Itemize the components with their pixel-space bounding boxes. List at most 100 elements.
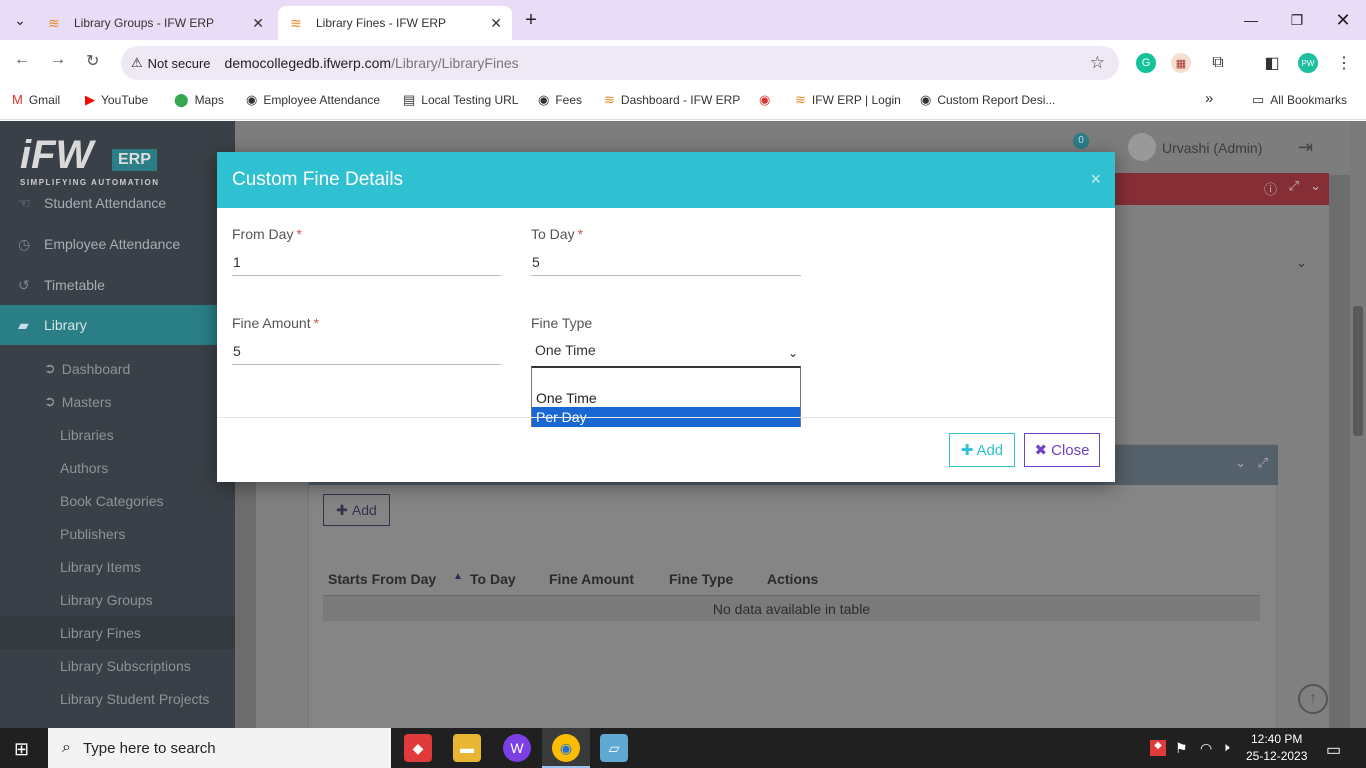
file-explorer-icon[interactable]: ▬ bbox=[453, 734, 481, 762]
tab-title: Library Fines - IFW ERP bbox=[316, 16, 447, 30]
sidebar-item-employee-attendance[interactable]: ◷ Employee Attendance bbox=[0, 224, 235, 264]
chevron-down-icon[interactable]: ⌄ bbox=[1296, 255, 1307, 271]
expand-icon[interactable]: ⤢ bbox=[1289, 178, 1299, 194]
profile-avatar-icon[interactable]: PW bbox=[1298, 53, 1318, 73]
browser-tab-bar: ⌄ ≋ Library Groups - IFW ERP ✕ ≋ Library… bbox=[0, 0, 1366, 40]
extensions-puzzle-icon[interactable]: ⧉ bbox=[1208, 53, 1228, 73]
bookmark-fees[interactable]: ◉ Fees bbox=[538, 92, 582, 108]
chevron-down-icon[interactable]: ⌄ bbox=[1235, 455, 1246, 471]
anydesk-tray-icon[interactable]: ◆ bbox=[1150, 740, 1166, 756]
table-header[interactable]: To Day bbox=[470, 571, 516, 587]
wifi-icon[interactable]: ◠ bbox=[1200, 740, 1212, 757]
user-name[interactable]: Urvashi (Admin) bbox=[1162, 140, 1262, 156]
bookmark-dashboard[interactable]: ≋ Dashboard - IFW ERP bbox=[604, 92, 740, 108]
bookmark-star-icon[interactable]: ☆ bbox=[1090, 53, 1105, 73]
bookmark-youtube[interactable]: ▶ YouTube bbox=[85, 92, 148, 108]
forward-arrow-icon[interactable]: → bbox=[50, 51, 66, 69]
window-close-button[interactable]: ✕ bbox=[1320, 0, 1366, 40]
fines-table: Starts From Day ▲ To Day Fine Amount Fin… bbox=[323, 561, 1260, 621]
tab-close-icon[interactable]: ✕ bbox=[490, 15, 502, 32]
restore-button[interactable]: ❐ bbox=[1274, 0, 1320, 40]
sidebar-sub-library-subscriptions[interactable]: Library Subscriptions bbox=[0, 649, 235, 682]
table-header[interactable]: Actions bbox=[767, 571, 818, 587]
bookmarks-overflow-button[interactable]: » bbox=[1205, 90, 1213, 107]
bookmark-red-app[interactable]: ◉ bbox=[759, 92, 776, 108]
tab-search-chevron-icon[interactable]: ⌄ bbox=[0, 0, 40, 40]
tab-library-fines[interactable]: ≋ Library Fines - IFW ERP ✕ bbox=[278, 6, 512, 40]
system-clock[interactable]: 12:40 PM 25-12-2023 bbox=[1246, 731, 1307, 765]
chevron-down-icon[interactable]: ⌄ bbox=[788, 346, 798, 360]
sidebar-sub-dashboard[interactable]: ➲ Dashboard bbox=[0, 352, 235, 385]
side-panel-icon[interactable]: ◧ bbox=[1262, 53, 1282, 73]
network-lan-icon[interactable]: ⚑ bbox=[1175, 740, 1188, 757]
bookmark-ifw-login[interactable]: ≋ IFW ERP | Login bbox=[795, 92, 901, 108]
to-day-input[interactable] bbox=[531, 248, 801, 276]
add-fine-button[interactable]: ✚ Add bbox=[323, 494, 390, 526]
avatar[interactable] bbox=[1128, 133, 1156, 161]
taskbar-search[interactable]: ⌕ Type here to search bbox=[48, 728, 391, 768]
globe-icon: ◉ bbox=[920, 92, 932, 107]
tab-library-groups[interactable]: ≋ Library Groups - IFW ERP ✕ bbox=[36, 6, 274, 40]
no-data-row: No data available in table bbox=[323, 595, 1260, 621]
fine-type-select[interactable]: One Time bbox=[531, 337, 801, 365]
sidebar-sub-library-fines[interactable]: Library Fines bbox=[0, 616, 235, 649]
info-icon[interactable]: ⓘ bbox=[1264, 179, 1277, 198]
reload-icon[interactable]: ↻ bbox=[86, 51, 99, 71]
page-scrollbar[interactable] bbox=[1350, 121, 1366, 728]
bookmark-maps[interactable]: ⬤ Maps bbox=[174, 92, 224, 108]
warning-triangle-icon: ⚠ bbox=[131, 55, 143, 70]
table-header[interactable]: Fine Type bbox=[669, 571, 733, 587]
chrome-icon[interactable]: ◉ bbox=[552, 734, 580, 762]
wps-office-icon[interactable]: W bbox=[503, 734, 531, 762]
scroll-top-icon[interactable]: ↑ bbox=[1298, 684, 1328, 714]
sidebar-sub-masters[interactable]: ➲ Masters bbox=[0, 385, 235, 418]
notification-center-icon[interactable]: ▭ bbox=[1326, 740, 1341, 760]
extension-icon[interactable]: ▦ bbox=[1171, 53, 1191, 73]
minimize-button[interactable]: — bbox=[1228, 0, 1274, 40]
sidebar-sub-book-categories[interactable]: Book Categories bbox=[0, 484, 235, 517]
grammarly-extension-icon[interactable]: G bbox=[1136, 53, 1156, 73]
sidebar-sub-authors[interactable]: Authors bbox=[0, 451, 235, 484]
volume-mute-icon[interactable]: 🕨 bbox=[1222, 740, 1230, 755]
scrollbar-thumb[interactable] bbox=[1353, 306, 1363, 436]
modal-add-button[interactable]: ✚ Add bbox=[949, 433, 1015, 467]
table-header[interactable]: Starts From Day bbox=[328, 571, 436, 587]
tab-close-icon[interactable]: ✕ bbox=[252, 15, 264, 32]
logout-icon[interactable]: ⇥ bbox=[1298, 137, 1313, 158]
windows-start-icon[interactable]: ⊞ bbox=[14, 739, 29, 760]
browser-menu-icon[interactable]: ⋮ bbox=[1334, 53, 1354, 73]
notepad-app-icon[interactable]: ▱ bbox=[600, 734, 628, 762]
all-bookmarks-button[interactable]: ▭ All Bookmarks bbox=[1252, 92, 1347, 108]
modal-close-button[interactable]: ✖ Close bbox=[1024, 433, 1100, 467]
back-arrow-icon[interactable]: ← bbox=[14, 51, 30, 69]
to-day-label: To Day * bbox=[531, 226, 584, 242]
sidebar-sub-library-student-projects[interactable]: Library Student Projects bbox=[0, 682, 235, 715]
option-empty[interactable] bbox=[532, 368, 800, 388]
bookmark-employee-attendance[interactable]: ◉ Employee Attendance bbox=[246, 92, 380, 108]
sidebar-sub-libraries[interactable]: Libraries bbox=[0, 418, 235, 451]
sidebar-item-timetable[interactable]: ↺ Timetable bbox=[0, 265, 235, 305]
bookmark-custom-report[interactable]: ◉ Custom Report Desi... bbox=[920, 92, 1055, 108]
security-indicator[interactable]: ⚠ Not secure bbox=[131, 55, 211, 71]
option-one-time[interactable]: One Time bbox=[532, 388, 800, 408]
sidebar-sub-library-items[interactable]: Library Items bbox=[0, 550, 235, 583]
bookmark-local-testing[interactable]: ▤ Local Testing URL bbox=[403, 92, 518, 108]
chevron-down-icon[interactable]: ⌄ bbox=[1310, 178, 1321, 194]
sidebar-sub-library-groups[interactable]: Library Groups bbox=[0, 583, 235, 616]
url-bar[interactable]: ⚠ Not secure democollegedb.ifwerp.com/Li… bbox=[121, 46, 1119, 80]
fine-type-label: Fine Type bbox=[531, 315, 593, 331]
fine-amount-input[interactable] bbox=[232, 337, 501, 365]
url-host: democollegedb.ifwerp.com bbox=[224, 55, 392, 71]
sidebar-sub-publishers[interactable]: Publishers bbox=[0, 517, 235, 550]
new-tab-button[interactable]: + bbox=[508, 0, 554, 40]
sidebar-item-student-attendance[interactable]: ☜ Student Attendance bbox=[0, 183, 235, 223]
from-day-input[interactable] bbox=[232, 248, 501, 276]
modal-close-icon[interactable]: × bbox=[1090, 169, 1101, 190]
sidebar-item-library[interactable]: ▰ Library bbox=[0, 305, 235, 345]
bookmarks-bar: M Gmail ▶ YouTube ⬤ Maps ◉ Employee Attendan… bbox=[0, 82, 1366, 120]
notification-badge[interactable]: 0 bbox=[1073, 133, 1089, 149]
expand-icon[interactable]: ⤢ bbox=[1258, 455, 1268, 471]
table-header[interactable]: Fine Amount bbox=[549, 571, 634, 587]
anydesk-app-icon[interactable]: ◆ bbox=[404, 734, 432, 762]
bookmark-gmail[interactable]: M Gmail bbox=[12, 92, 60, 107]
